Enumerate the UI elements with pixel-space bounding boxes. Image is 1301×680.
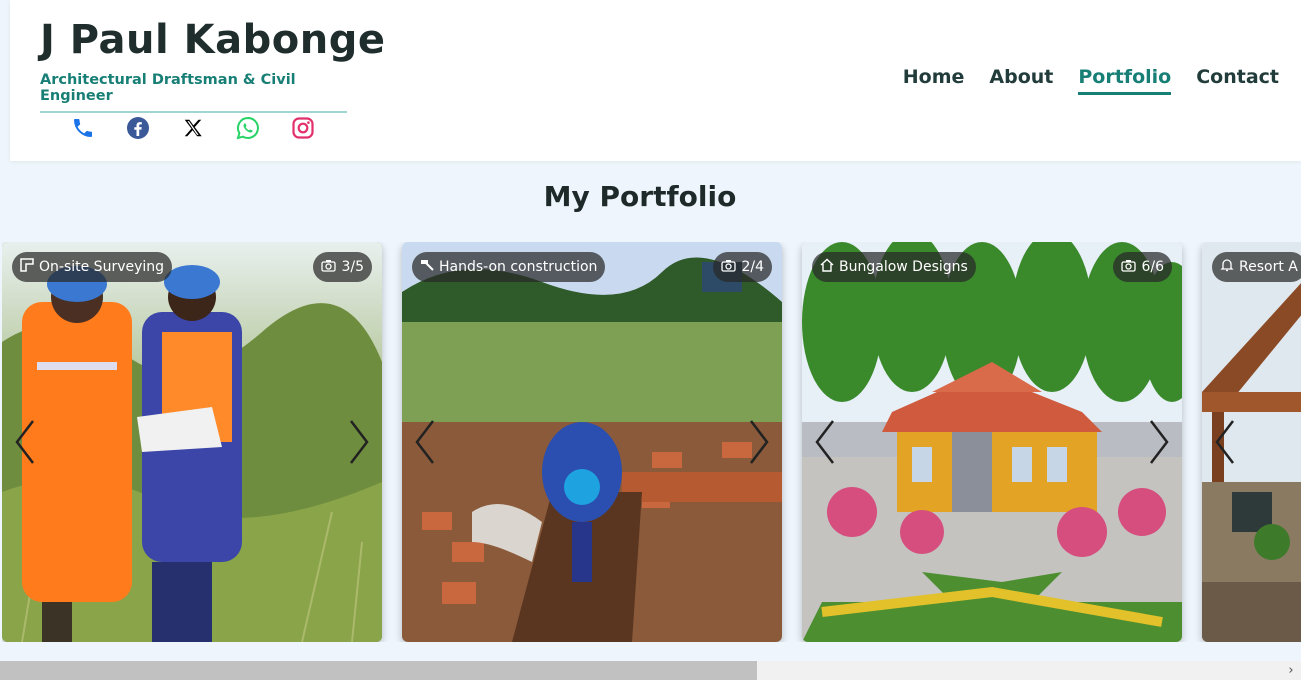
photo-counter: 3/5 [313, 252, 372, 282]
portfolio-card: Resort A [1202, 242, 1301, 642]
photo-counter: 6/6 [1113, 252, 1172, 282]
photo-count: 6/6 [1141, 259, 1164, 275]
camera-icon [321, 259, 337, 276]
portfolio-card: Hands-on construction 2/4 [402, 242, 782, 642]
main-nav: Home About Portfolio Contact [903, 66, 1279, 95]
nav-portfolio[interactable]: Portfolio [1078, 66, 1172, 95]
prev-photo-button[interactable] [10, 417, 40, 467]
card-category-tag: Hands-on construction [412, 252, 606, 282]
next-photo-button[interactable] [1144, 417, 1174, 467]
hammer-icon [420, 258, 434, 276]
photo-counter: 2/4 [713, 252, 772, 282]
portfolio-card: Bungalow Designs 6/6 [802, 242, 1182, 642]
house-icon [820, 258, 834, 276]
card-category-label: Bungalow Designs [839, 259, 968, 275]
scrollbar-thumb[interactable] [0, 661, 757, 680]
photo-count: 3/5 [341, 259, 364, 275]
nav-contact[interactable]: Contact [1196, 66, 1279, 95]
brand: J Paul Kabonge Architectural Draftsman &… [40, 14, 386, 113]
card-category-tag: Bungalow Designs [812, 252, 976, 282]
prev-photo-button[interactable] [810, 417, 840, 467]
card-image [802, 242, 1182, 642]
page-title: My Portfolio [543, 180, 737, 213]
portfolio-carousel: On-site Surveying 3/5 Hands-on construct [2, 242, 1301, 642]
next-photo-button[interactable] [344, 417, 374, 467]
prev-photo-button[interactable] [410, 417, 440, 467]
card-category-tag: On-site Surveying [12, 252, 173, 282]
card-image [2, 242, 382, 642]
scroll-right-arrow-icon[interactable]: › [1283, 661, 1299, 680]
card-category-label: Hands-on construction [439, 259, 598, 275]
next-photo-button[interactable] [744, 417, 774, 467]
facebook-icon[interactable] [125, 115, 150, 140]
site-tagline: Architectural Draftsman & Civil Engineer [40, 72, 347, 113]
x-icon[interactable] [180, 115, 205, 140]
prev-photo-button[interactable] [1210, 417, 1240, 467]
card-image [402, 242, 782, 642]
site-name: J Paul Kabonge [40, 17, 386, 63]
whatsapp-icon[interactable] [235, 115, 260, 140]
portfolio-card: On-site Surveying 3/5 [2, 242, 382, 642]
nav-about[interactable]: About [989, 66, 1053, 95]
horizontal-scrollbar[interactable]: › [0, 661, 1301, 680]
card-category-label: Resort A [1239, 259, 1298, 275]
photo-count: 2/4 [741, 259, 764, 275]
card-category-label: On-site Surveying [39, 259, 165, 275]
social-links [70, 115, 315, 140]
phone-icon[interactable] [70, 115, 95, 140]
ruler-icon [20, 258, 34, 276]
camera-icon [721, 259, 737, 276]
bell-icon [1220, 258, 1234, 276]
nav-home[interactable]: Home [903, 66, 965, 95]
camera-icon [1121, 259, 1137, 276]
card-category-tag: Resort A [1212, 252, 1301, 282]
instagram-icon[interactable] [290, 115, 315, 140]
site-header: J Paul Kabonge Architectural Draftsman &… [10, 0, 1301, 161]
